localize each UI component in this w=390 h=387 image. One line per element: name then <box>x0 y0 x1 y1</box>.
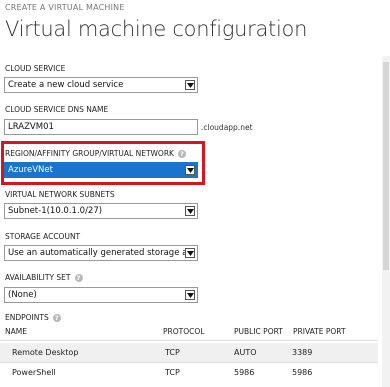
cloud-service-label: CLOUD SERVICE <box>5 64 66 73</box>
help-icon[interactable]: ? <box>177 150 186 158</box>
wizard-step-label: CREATE A VIRTUAL MACHINE <box>5 3 125 12</box>
region-value: AzureVNet <box>8 165 53 175</box>
endpoint-public-port: AUTO <box>234 348 257 357</box>
endpoint-public-port: 5986 <box>234 368 255 377</box>
help-icon[interactable]: ? <box>52 314 61 322</box>
page-title: Virtual machine configuration <box>5 17 308 41</box>
storage-label: STORAGE ACCOUNT <box>5 232 81 241</box>
availability-value: (None) <box>8 290 37 300</box>
region-label-text: REGION/AFFINITY GROUP/VIRTUAL NETWORK <box>5 149 174 158</box>
endpoint-private-port: 5986 <box>292 368 313 377</box>
vm-configuration-page: CREATE A VIRTUAL MACHINE Virtual machine… <box>0 0 390 387</box>
chevron-down-icon[interactable] <box>185 206 195 216</box>
availability-label-text: AVAILABILITY SET <box>5 273 71 282</box>
subnets-label: VIRTUAL NETWORK SUBNETS <box>5 190 115 199</box>
column-header-protocol: PROTOCOL <box>163 327 205 336</box>
availability-label: AVAILABILITY SET? <box>5 273 83 282</box>
endpoints-label: ENDPOINTS? <box>5 313 61 322</box>
chevron-down-icon[interactable] <box>185 248 195 258</box>
chevron-down-icon[interactable] <box>185 165 195 175</box>
column-header-public-port: PUBLIC PORT <box>234 327 283 336</box>
vertical-scrollbar[interactable] <box>382 56 390 387</box>
dns-name-label: CLOUD SERVICE DNS NAME <box>5 105 109 114</box>
endpoints-label-text: ENDPOINTS <box>5 313 49 322</box>
column-header-private-port: PRIVATE PORT <box>293 327 346 336</box>
endpoint-protocol: TCP <box>165 368 180 377</box>
endpoint-name: PowerShell <box>12 368 56 377</box>
table-row[interactable]: Remote Desktop TCP AUTO 3389 <box>0 343 378 362</box>
endpoint-protocol: TCP <box>165 348 180 357</box>
scrollbar-thumb[interactable] <box>383 62 389 270</box>
region-select[interactable]: AzureVNet <box>4 162 198 178</box>
region-label: REGION/AFFINITY GROUP/VIRTUAL NETWORK? <box>5 149 186 158</box>
subnets-value: Subnet-1(10.0.1.0/27) <box>8 206 103 216</box>
chevron-down-icon[interactable] <box>185 290 195 300</box>
dns-name-input[interactable]: LRAZVM01 <box>4 119 198 135</box>
table-row[interactable]: PowerShell TCP 5986 5986 <box>0 363 378 382</box>
chevron-down-icon[interactable] <box>185 80 195 90</box>
endpoints-table-header: NAME PROTOCOL PUBLIC PORT PRIVATE PORT <box>5 327 380 339</box>
storage-select[interactable]: Use an automatically generated storage a… <box>4 245 198 261</box>
help-icon[interactable]: ? <box>74 274 83 282</box>
dns-suffix: .cloudapp.net <box>201 123 253 132</box>
subnets-select[interactable]: Subnet-1(10.0.1.0/27) <box>4 203 198 219</box>
endpoint-private-port: 3389 <box>292 348 313 357</box>
table-divider <box>0 340 378 341</box>
column-header-name: NAME <box>5 327 27 336</box>
endpoint-name: Remote Desktop <box>12 348 79 357</box>
cloud-service-value: Create a new cloud service <box>8 80 124 90</box>
availability-select[interactable]: (None) <box>4 287 198 303</box>
cloud-service-select[interactable]: Create a new cloud service <box>4 77 198 93</box>
storage-value: Use an automatically generated storage a… <box>8 248 186 258</box>
